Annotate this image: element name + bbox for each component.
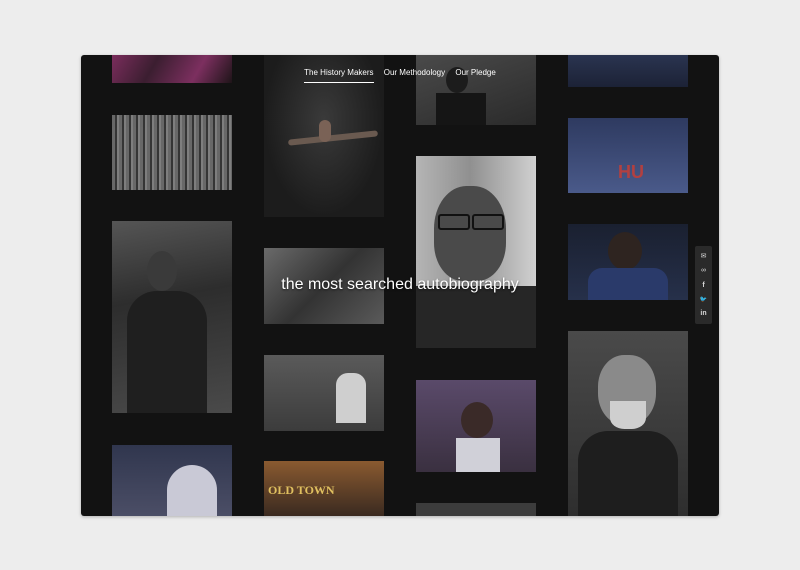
- woman-on-bus-photo[interactable]: [112, 221, 232, 413]
- bottom-strip-photo[interactable]: [416, 503, 536, 516]
- malcolm-x-portrait-photo[interactable]: [416, 156, 536, 348]
- frederick-douglass-portrait-photo[interactable]: [568, 331, 688, 516]
- facebook-icon[interactable]: f: [702, 282, 704, 289]
- speaker-pointing-photo[interactable]: [416, 55, 536, 125]
- twitter-icon[interactable]: 🐦: [700, 297, 707, 303]
- link-icon[interactable]: ∞: [701, 267, 706, 274]
- tennis-player-photo[interactable]: [112, 445, 232, 516]
- headline: the most searched autobiography: [281, 276, 519, 293]
- nav-our-methodology[interactable]: Our Methodology: [384, 68, 445, 82]
- linkedin-icon[interactable]: in: [700, 310, 706, 317]
- top-nav: The History Makers Our Methodology Our P…: [81, 68, 719, 83]
- march-crowd-photo[interactable]: [112, 115, 232, 190]
- browser-window: OLD TOWN HU The History Makers Our Metho…: [81, 55, 719, 516]
- singer-photo[interactable]: [416, 380, 536, 472]
- hu-jersey-photo[interactable]: HU: [568, 118, 688, 193]
- share-bar: ✉ ∞ f 🐦 in: [695, 246, 712, 324]
- nav-our-pledge[interactable]: Our Pledge: [455, 68, 495, 82]
- email-icon[interactable]: ✉: [701, 253, 707, 260]
- scientist-at-desk-photo[interactable]: [264, 355, 384, 431]
- old-town-sign-photo[interactable]: OLD TOWN: [264, 461, 384, 516]
- nav-history-makers[interactable]: The History Makers: [304, 68, 374, 83]
